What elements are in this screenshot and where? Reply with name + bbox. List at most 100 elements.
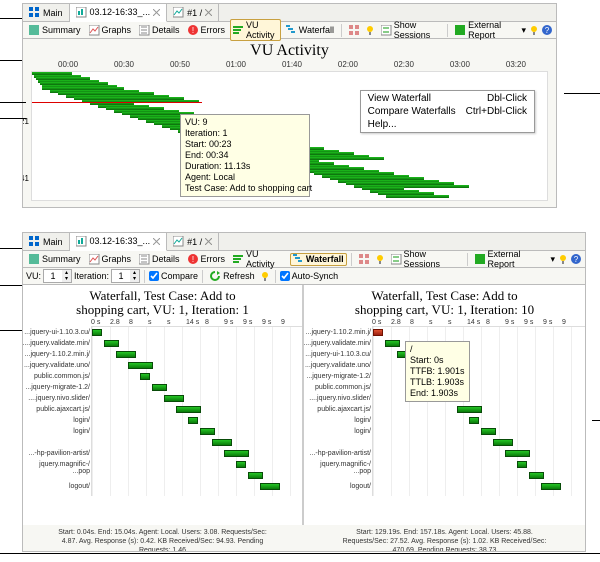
- lbl: Waterfall: [299, 25, 334, 35]
- dropdown-ext[interactable]: ▾: [549, 254, 556, 265]
- wf-footer-left: Start: 0.04s. End: 15.04s. Agent: Local.…: [23, 525, 302, 552]
- chart-title: VU Activity: [23, 39, 556, 60]
- tab-session[interactable]: 03.12-16:33_...: [70, 4, 168, 22]
- dropdown-ext[interactable]: ▾: [520, 25, 527, 36]
- f3: Requests: 1.46: [29, 546, 296, 552]
- grid-icon: [29, 236, 40, 247]
- spin-down[interactable]: ▾: [62, 276, 71, 282]
- btn-vu-activity[interactable]: VU Activity: [230, 249, 288, 269]
- bulb-icon[interactable]: [375, 254, 386, 265]
- close-icon[interactable]: [205, 9, 212, 16]
- btn-refresh[interactable]: Refresh: [207, 271, 258, 282]
- btn-errors[interactable]: !Errors: [185, 25, 229, 36]
- vu-label: VU:: [26, 271, 41, 281]
- context-menu[interactable]: View WaterfallDbl-Click Compare Waterfal…: [360, 90, 535, 133]
- btn-vu-activity[interactable]: VU Activity: [230, 19, 281, 41]
- details-icon: [139, 25, 150, 36]
- f1: Start: 129.19s. End: 157.18s. Agent: Loc…: [310, 528, 579, 537]
- guide-line: [32, 102, 202, 103]
- btn-summary[interactable]: Summary: [26, 254, 84, 265]
- vu-icon: [233, 254, 244, 265]
- separator: [341, 24, 342, 37]
- btn-show-sessions[interactable]: Show Sessions: [388, 249, 463, 269]
- btn-external-report[interactable]: External Report: [452, 20, 518, 40]
- btn-waterfall[interactable]: Waterfall: [283, 25, 337, 36]
- wf-title: Waterfall, Test Case: Add to shopping ca…: [23, 285, 302, 319]
- lbl: Summary: [42, 254, 81, 264]
- btn-show-sessions[interactable]: Show Sessions: [378, 20, 444, 40]
- chart-icon: [173, 7, 184, 18]
- grid2-icon: [349, 25, 360, 36]
- btn-graphs[interactable]: Graphs: [86, 254, 135, 265]
- external-icon: [475, 254, 486, 265]
- lbl: Compare Waterfalls: [368, 106, 456, 117]
- wf-tooltip: /Start: 0sTTFB: 1.901sTTLB: 1.903sEnd: 1…: [405, 341, 470, 402]
- waterfall-split: Waterfall, Test Case: Add to shopping ca…: [23, 285, 585, 525]
- bulb-icon[interactable]: [529, 25, 540, 36]
- bulb-icon[interactable]: [260, 271, 271, 282]
- tab-item[interactable]: #1 /: [167, 233, 219, 251]
- spin-down[interactable]: ▾: [130, 276, 139, 282]
- btn-details[interactable]: Details: [136, 254, 183, 265]
- refresh-icon: [210, 271, 221, 282]
- grid2-icon: [359, 254, 370, 265]
- autosync-label: Auto-Synch: [292, 271, 339, 281]
- iter-spinner[interactable]: ▴▾: [111, 269, 140, 283]
- wf-ruler: 0 s2.88ss14 s89 s9 s9 s9: [23, 319, 302, 326]
- lbl: Details: [152, 25, 180, 35]
- btn-gridview[interactable]: [356, 254, 373, 265]
- f2: Requests/Sec: 27.52. Avg. Response (s): …: [310, 537, 579, 546]
- bulb-icon[interactable]: [365, 25, 376, 36]
- vu-activity-panel: Main 03.12-16:33_... #1 / Summary Graphs…: [22, 3, 557, 208]
- btn-waterfall[interactable]: Waterfall: [290, 253, 347, 266]
- vu-spinner[interactable]: ▴▾: [43, 269, 72, 283]
- iter-input[interactable]: [112, 271, 130, 281]
- lbl: Help...: [368, 119, 397, 130]
- close-icon[interactable]: [153, 9, 160, 16]
- btn-gridview[interactable]: [346, 25, 363, 36]
- btn-summary[interactable]: Summary: [26, 25, 84, 36]
- bulb-icon[interactable]: [558, 254, 569, 265]
- summary-icon: [29, 25, 40, 36]
- menu-help[interactable]: Help...: [362, 118, 533, 131]
- lbl: Graphs: [102, 254, 132, 264]
- btn-details[interactable]: Details: [136, 25, 183, 36]
- help-icon[interactable]: ?: [571, 254, 582, 265]
- toolbar-top: Summary Graphs Details !Errors VU Activi…: [23, 22, 556, 39]
- help-icon[interactable]: ?: [542, 25, 553, 36]
- sessions-icon: [381, 25, 392, 36]
- x-axis-ticks: 00:0000:3000:5001:0001:4002:0002:3003:00…: [23, 60, 556, 69]
- tab-session[interactable]: 03.12-16:33_...: [70, 233, 168, 251]
- wf-title: Waterfall, Test Case: Add to shopping ca…: [304, 285, 585, 319]
- tab-main[interactable]: Main: [23, 4, 70, 22]
- btn-errors[interactable]: !Errors: [185, 254, 229, 265]
- details-icon: [139, 254, 150, 265]
- btn-external-report[interactable]: External Report: [472, 249, 548, 269]
- tab-item[interactable]: #1 /: [167, 4, 219, 22]
- shortcut: Dbl-Click: [487, 93, 527, 104]
- separator: [144, 270, 145, 283]
- errors-icon: !: [188, 254, 199, 265]
- menu-view-waterfall[interactable]: View WaterfallDbl-Click: [362, 92, 533, 105]
- close-icon[interactable]: [153, 238, 160, 245]
- compare-checkbox[interactable]: [149, 271, 159, 281]
- y-tick: 21: [22, 117, 29, 126]
- toolbar-bottom-1: Summary Graphs Details !Errors VU Activi…: [23, 251, 585, 268]
- lbl: Waterfall: [306, 254, 344, 264]
- svg-text:!: !: [191, 26, 193, 35]
- wf-grid-right[interactable]: /Start: 0sTTFB: 1.901sTTLB: 1.903sEnd: 1…: [372, 326, 585, 496]
- separator: [351, 253, 352, 266]
- vu-chart[interactable]: VUs 21 41 VU: 9Iteration: 1Start: 00:23E…: [31, 71, 548, 201]
- wf-ruler: 0 s2.88ss14 s89 s9 s9 s9: [304, 319, 585, 326]
- vu-input[interactable]: [44, 271, 62, 281]
- wf-grid-left[interactable]: /jquery-ui-1.10.3.cu.../jquery.validate.…: [91, 326, 302, 496]
- close-icon[interactable]: [205, 238, 212, 245]
- btn-graphs[interactable]: Graphs: [86, 25, 135, 36]
- sessions-icon: [391, 254, 402, 265]
- autosync-checkbox[interactable]: [280, 271, 290, 281]
- waterfall-icon: [286, 25, 297, 36]
- tab-main[interactable]: Main: [23, 233, 70, 251]
- lbl: Graphs: [102, 25, 132, 35]
- lbl: Summary: [42, 25, 81, 35]
- menu-compare-waterfalls[interactable]: Compare WaterfallsCtrl+Dbl-Click: [362, 105, 533, 118]
